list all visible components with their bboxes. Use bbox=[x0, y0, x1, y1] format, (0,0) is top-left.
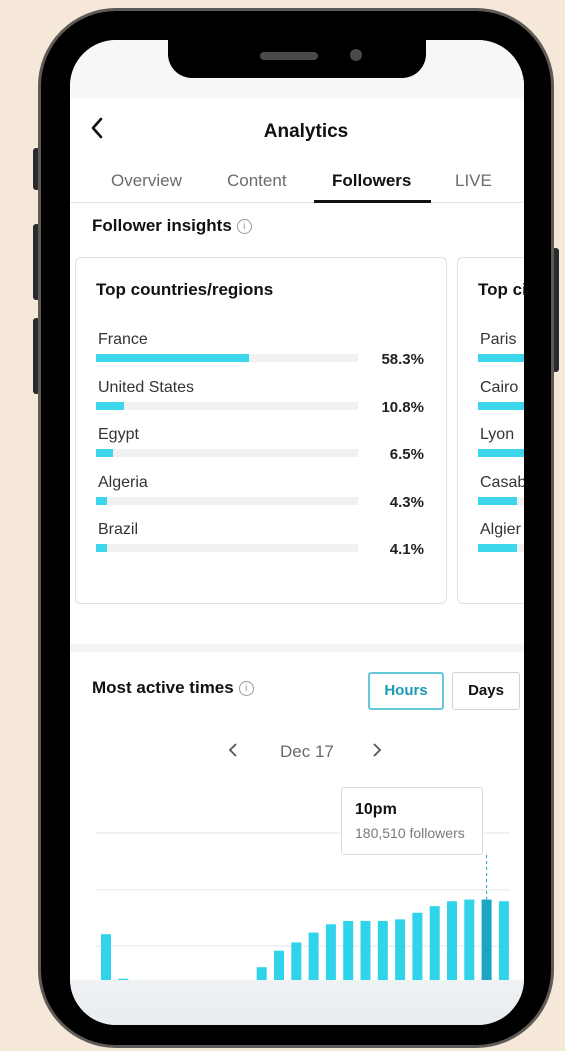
percent-value: 4.1% bbox=[389, 541, 424, 558]
percent-bar-fill bbox=[478, 544, 518, 552]
phone-screen: Analytics Overview Content Followers LIV… bbox=[70, 40, 524, 1025]
hours-toggle-button[interactable]: Hours bbox=[368, 672, 444, 710]
tab-content[interactable]: Content bbox=[227, 171, 287, 191]
front-camera bbox=[350, 49, 362, 61]
chevron-left-icon[interactable] bbox=[228, 742, 238, 763]
country-name: France bbox=[98, 331, 148, 348]
top-cities-title: Top ci bbox=[478, 280, 524, 299]
country-name: Egypt bbox=[98, 426, 139, 443]
info-icon[interactable]: i bbox=[236, 219, 252, 234]
percent-value: 58.3% bbox=[381, 351, 424, 368]
percent-value: 10.8% bbox=[381, 398, 424, 416]
top-cities-card[interactable]: Top ci Paris Cairo Lyon Casab Algier bbox=[457, 257, 524, 604]
tab-overview[interactable]: Overview bbox=[111, 171, 182, 191]
percent-bar-track bbox=[478, 401, 524, 410]
city-name: Cairo bbox=[480, 378, 519, 396]
percent-bar-track bbox=[478, 449, 524, 457]
days-toggle-button[interactable]: Days bbox=[452, 672, 520, 710]
speaker-grille bbox=[260, 52, 318, 60]
percent-bar-track bbox=[96, 449, 358, 457]
city-name: Algier bbox=[480, 521, 521, 538]
follower-insights-title: Follower insights bbox=[92, 216, 232, 235]
chart-tooltip: 10pm 180,510 followers bbox=[341, 787, 483, 855]
country-name: Algeria bbox=[98, 473, 148, 491]
percent-bar-fill bbox=[96, 354, 249, 362]
city-name: Casab bbox=[480, 473, 524, 491]
info-icon[interactable]: i bbox=[238, 681, 254, 696]
top-countries-card: Top countries/regions France 58.3% United … bbox=[75, 257, 447, 604]
percent-bar-track bbox=[96, 401, 358, 410]
country-name: Brazil bbox=[98, 521, 139, 538]
page-title: Analytics bbox=[263, 121, 349, 142]
percent-bar-fill bbox=[478, 354, 524, 362]
top-countries-title: Top countries/regions bbox=[96, 280, 274, 299]
most-active-title: Most active times bbox=[92, 678, 234, 697]
percent-value: 6.5% bbox=[389, 446, 424, 463]
city-name: Paris bbox=[480, 331, 517, 348]
chevron-right-icon[interactable] bbox=[372, 742, 382, 763]
analytics-header: Analytics Overview Content Followers LIV… bbox=[70, 98, 524, 203]
percent-bar-fill bbox=[96, 401, 125, 410]
follower-insights-heading: Follower insights i bbox=[92, 216, 252, 236]
percent-bar-fill bbox=[96, 496, 108, 505]
notch bbox=[168, 40, 426, 78]
percent-value: 4.3% bbox=[389, 493, 424, 511]
active-tab-indicator bbox=[314, 200, 431, 203]
most-active-heading: Most active times i bbox=[92, 678, 254, 698]
percent-bar-track bbox=[478, 354, 524, 362]
tab-live[interactable]: LIVE bbox=[455, 171, 492, 191]
percent-bar-track bbox=[96, 496, 358, 505]
percent-bar-fill bbox=[96, 544, 107, 552]
percent-bar-track bbox=[96, 354, 358, 362]
tooltip-value: 180,510 followers bbox=[355, 825, 465, 841]
percent-bar-track bbox=[478, 496, 524, 505]
city-name: Lyon bbox=[480, 426, 515, 443]
country-name: United States bbox=[98, 378, 195, 396]
percent-bar-track bbox=[96, 544, 358, 552]
tooltip-time: 10pm bbox=[355, 801, 397, 818]
percent-bar-track bbox=[478, 544, 524, 552]
bottom-bar bbox=[70, 980, 524, 1025]
percent-bar-fill bbox=[478, 496, 518, 505]
percent-bar-fill bbox=[478, 401, 524, 410]
tab-followers[interactable]: Followers bbox=[332, 171, 411, 191]
section-divider bbox=[70, 644, 524, 652]
status-bar bbox=[70, 40, 524, 98]
percent-bar-fill bbox=[96, 449, 114, 457]
date-label: Dec 17 bbox=[280, 742, 334, 761]
percent-bar-fill bbox=[478, 449, 524, 457]
